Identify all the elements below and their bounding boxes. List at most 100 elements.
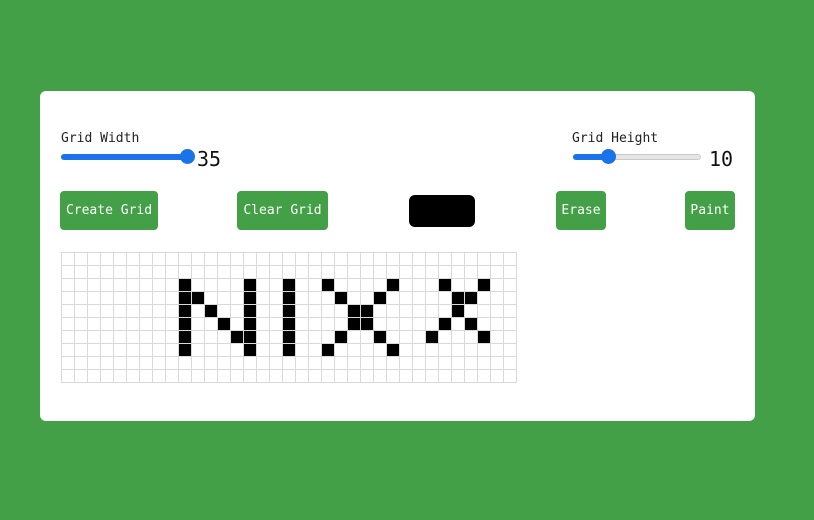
grid-cell[interactable]: [257, 266, 270, 279]
grid-cell[interactable]: [426, 292, 439, 305]
grid-cell[interactable]: [101, 305, 114, 318]
grid-cell[interactable]: [192, 331, 205, 344]
grid-cell[interactable]: [140, 253, 153, 266]
grid-cell[interactable]: [231, 305, 244, 318]
clear-grid-button[interactable]: Clear Grid: [237, 191, 328, 230]
grid-cell[interactable]: [75, 279, 88, 292]
grid-cell[interactable]: [452, 357, 465, 370]
grid-cell-filled[interactable]: [283, 344, 296, 357]
grid-cell[interactable]: [296, 292, 309, 305]
grid-cell[interactable]: [218, 370, 231, 383]
grid-cell-filled[interactable]: [374, 331, 387, 344]
grid-cell[interactable]: [348, 266, 361, 279]
grid-cell[interactable]: [62, 344, 75, 357]
grid-cell-filled[interactable]: [244, 292, 257, 305]
grid-cell-filled[interactable]: [439, 318, 452, 331]
grid-cell[interactable]: [270, 266, 283, 279]
grid-cell[interactable]: [257, 305, 270, 318]
grid-cell[interactable]: [426, 266, 439, 279]
grid-cell[interactable]: [166, 253, 179, 266]
grid-cell-filled[interactable]: [361, 318, 374, 331]
grid-cell[interactable]: [231, 370, 244, 383]
grid-cell[interactable]: [205, 344, 218, 357]
grid-cell[interactable]: [283, 266, 296, 279]
grid-cell[interactable]: [322, 253, 335, 266]
grid-cell[interactable]: [491, 357, 504, 370]
grid-cell[interactable]: [335, 357, 348, 370]
grid-cell[interactable]: [192, 305, 205, 318]
grid-cell-filled[interactable]: [179, 318, 192, 331]
grid-cell[interactable]: [348, 370, 361, 383]
grid-cell[interactable]: [452, 331, 465, 344]
erase-button[interactable]: Erase: [556, 191, 606, 230]
grid-cell[interactable]: [387, 266, 400, 279]
grid-cell[interactable]: [452, 344, 465, 357]
grid-cell[interactable]: [296, 279, 309, 292]
grid-cell[interactable]: [270, 279, 283, 292]
grid-cell[interactable]: [140, 305, 153, 318]
grid-cell-filled[interactable]: [244, 344, 257, 357]
grid-cell[interactable]: [88, 344, 101, 357]
grid-cell[interactable]: [114, 370, 127, 383]
grid-cell[interactable]: [296, 305, 309, 318]
grid-cell[interactable]: [62, 292, 75, 305]
grid-cell[interactable]: [101, 253, 114, 266]
grid-cell[interactable]: [192, 344, 205, 357]
grid-cell[interactable]: [205, 370, 218, 383]
grid-cell[interactable]: [257, 318, 270, 331]
grid-cell[interactable]: [114, 266, 127, 279]
grid-cell[interactable]: [504, 266, 517, 279]
grid-cell[interactable]: [413, 331, 426, 344]
grid-cell-filled[interactable]: [465, 292, 478, 305]
grid-cell[interactable]: [283, 253, 296, 266]
grid-cell[interactable]: [413, 266, 426, 279]
grid-cell[interactable]: [374, 370, 387, 383]
grid-cell[interactable]: [244, 370, 257, 383]
grid-cell[interactable]: [478, 266, 491, 279]
grid-cell[interactable]: [374, 305, 387, 318]
grid-cell[interactable]: [374, 266, 387, 279]
grid-height-thumb[interactable]: [601, 149, 616, 164]
create-grid-button[interactable]: Create Grid: [60, 191, 158, 230]
grid-cell[interactable]: [101, 292, 114, 305]
grid-cell[interactable]: [166, 357, 179, 370]
grid-cell[interactable]: [62, 357, 75, 370]
grid-cell[interactable]: [309, 279, 322, 292]
grid-cell[interactable]: [62, 266, 75, 279]
grid-cell-filled[interactable]: [452, 305, 465, 318]
grid-cell[interactable]: [426, 279, 439, 292]
grid-cell[interactable]: [231, 279, 244, 292]
grid-cell[interactable]: [478, 370, 491, 383]
grid-cell[interactable]: [257, 331, 270, 344]
grid-cell[interactable]: [257, 370, 270, 383]
grid-cell[interactable]: [309, 266, 322, 279]
grid-cell[interactable]: [140, 318, 153, 331]
grid-cell[interactable]: [270, 370, 283, 383]
grid-cell[interactable]: [75, 266, 88, 279]
grid-cell[interactable]: [140, 292, 153, 305]
grid-cell[interactable]: [75, 344, 88, 357]
grid-cell[interactable]: [387, 318, 400, 331]
grid-cell[interactable]: [309, 370, 322, 383]
grid-cell[interactable]: [309, 305, 322, 318]
grid-cell[interactable]: [88, 292, 101, 305]
grid-cell[interactable]: [426, 357, 439, 370]
grid-cell[interactable]: [166, 266, 179, 279]
grid-cell-filled[interactable]: [218, 318, 231, 331]
grid-cell[interactable]: [179, 266, 192, 279]
grid-cell[interactable]: [244, 266, 257, 279]
grid-cell[interactable]: [374, 253, 387, 266]
grid-cell[interactable]: [400, 292, 413, 305]
grid-cell[interactable]: [504, 344, 517, 357]
grid-cell[interactable]: [491, 266, 504, 279]
grid-cell[interactable]: [101, 370, 114, 383]
grid-cell-filled[interactable]: [179, 279, 192, 292]
grid-cell[interactable]: [153, 344, 166, 357]
grid-cell[interactable]: [127, 370, 140, 383]
grid-cell[interactable]: [257, 292, 270, 305]
grid-cell[interactable]: [270, 344, 283, 357]
grid-cell[interactable]: [491, 344, 504, 357]
grid-cell[interactable]: [491, 279, 504, 292]
grid-cell[interactable]: [452, 318, 465, 331]
grid-cell[interactable]: [257, 279, 270, 292]
